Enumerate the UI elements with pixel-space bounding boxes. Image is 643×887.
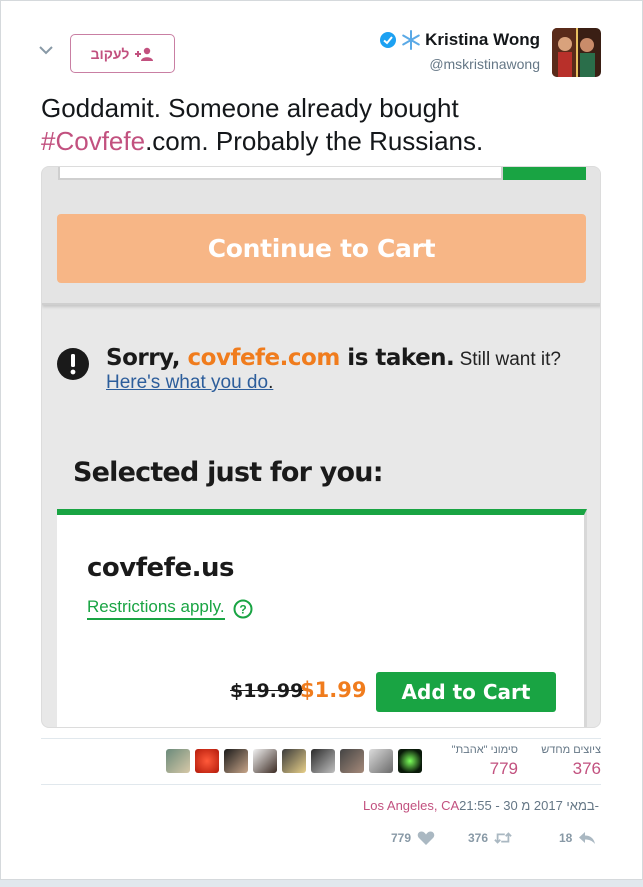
tweet-text-part: Goddamit. Someone already bought xyxy=(41,93,459,123)
likes-label: סימוני "אהבת" xyxy=(451,744,518,756)
retweets-label: ציוצים מחדש xyxy=(541,744,601,756)
likes-stat[interactable]: סימוני "אהבת" 779 xyxy=(452,744,518,779)
help-period: . xyxy=(268,372,274,393)
exclamation-icon xyxy=(56,347,90,381)
chevron-down-icon[interactable] xyxy=(37,43,55,57)
selected-heading: Selected just for you: xyxy=(73,457,384,488)
tweet-text: Goddamit. Someone already bought #Covfef… xyxy=(41,92,611,158)
avatar[interactable] xyxy=(340,749,364,773)
domain-offer-card: covfefe.us Restrictions apply. ? $19.99 … xyxy=(57,509,587,727)
like-action[interactable]: 779 xyxy=(391,830,435,846)
retweets-count: 376 xyxy=(572,759,601,778)
retweets-stat[interactable]: ציוצים מחדש 376 xyxy=(541,744,601,779)
add-to-cart-button: Add to Cart xyxy=(376,672,556,712)
avatar[interactable] xyxy=(166,749,190,773)
tweet-card: לעקוב Kristina Wong @mskristinawong Godd… xyxy=(0,0,643,880)
avatar[interactable] xyxy=(552,28,601,77)
verified-badge-icon xyxy=(379,31,397,49)
taken-text: is taken. xyxy=(339,345,455,371)
avatar[interactable] xyxy=(311,749,335,773)
question-circle-icon: ? xyxy=(233,599,253,619)
help-link: Here's what you do xyxy=(106,372,269,393)
restrictions-link: Restrictions apply. xyxy=(87,597,225,620)
location-link[interactable]: Los Angeles, CA xyxy=(363,798,459,813)
reply-icon xyxy=(579,832,596,844)
avatar[interactable] xyxy=(253,749,277,773)
domain-input-edge xyxy=(58,167,503,180)
user-name[interactable]: Kristina Wong xyxy=(425,30,540,50)
still-want-text: Still want it? xyxy=(454,349,561,370)
avatar[interactable] xyxy=(282,749,306,773)
snowflake-icon xyxy=(401,30,421,50)
follow-label: לעקוב xyxy=(90,45,130,62)
retweet-count: 376 xyxy=(468,831,489,845)
svg-text:?: ? xyxy=(239,602,246,616)
user-info[interactable]: Kristina Wong @mskristinawong xyxy=(379,30,540,72)
likes-count: 779 xyxy=(489,759,518,778)
restrictions: Restrictions apply. ? xyxy=(87,597,253,620)
like-count: 779 xyxy=(391,831,412,845)
add-user-icon xyxy=(134,47,154,61)
reply-action[interactable]: 18 xyxy=(559,830,596,846)
new-price: $1.99 xyxy=(300,678,367,702)
cart-panel: Continue to Cart xyxy=(42,167,600,305)
heart-icon xyxy=(417,831,435,845)
taken-domain: covfefe.com xyxy=(187,345,341,371)
timestamp[interactable]: 21:55 - 30 במאי 2017 מ- xyxy=(459,798,599,813)
old-price: $19.99 xyxy=(230,680,304,702)
offer-domain: covfefe.us xyxy=(87,553,234,583)
tweet-text-part: .com. Probably the Russians. xyxy=(145,126,484,156)
avatar[interactable] xyxy=(398,749,422,773)
avatar[interactable] xyxy=(224,749,248,773)
tweet-meta: Los Angeles, CA21:55 - 30 במאי 2017 מ- xyxy=(363,798,599,813)
tweet-media-image[interactable]: Continue to Cart Sorry, covfefe.com is t… xyxy=(41,166,601,728)
user-handle[interactable]: @mskristinawong xyxy=(379,56,540,72)
tweet-stats: ציוצים מחדש 376 סימוני "אהבת" 779 xyxy=(41,738,601,785)
liker-avatars xyxy=(166,749,422,773)
tweet-actions: 779 376 18 xyxy=(391,830,601,850)
retweet-icon xyxy=(494,832,512,844)
hashtag-link[interactable]: #Covfefe xyxy=(41,126,145,156)
continue-to-cart-button: Continue to Cart xyxy=(57,214,586,283)
sorry-text: Sorry, xyxy=(106,345,188,371)
follow-button[interactable]: לעקוב xyxy=(70,34,175,73)
reply-count: 18 xyxy=(559,831,573,845)
avatar[interactable] xyxy=(369,749,393,773)
avatar[interactable] xyxy=(195,749,219,773)
retweet-action[interactable]: 376 xyxy=(468,830,512,846)
search-button-edge xyxy=(503,167,586,180)
